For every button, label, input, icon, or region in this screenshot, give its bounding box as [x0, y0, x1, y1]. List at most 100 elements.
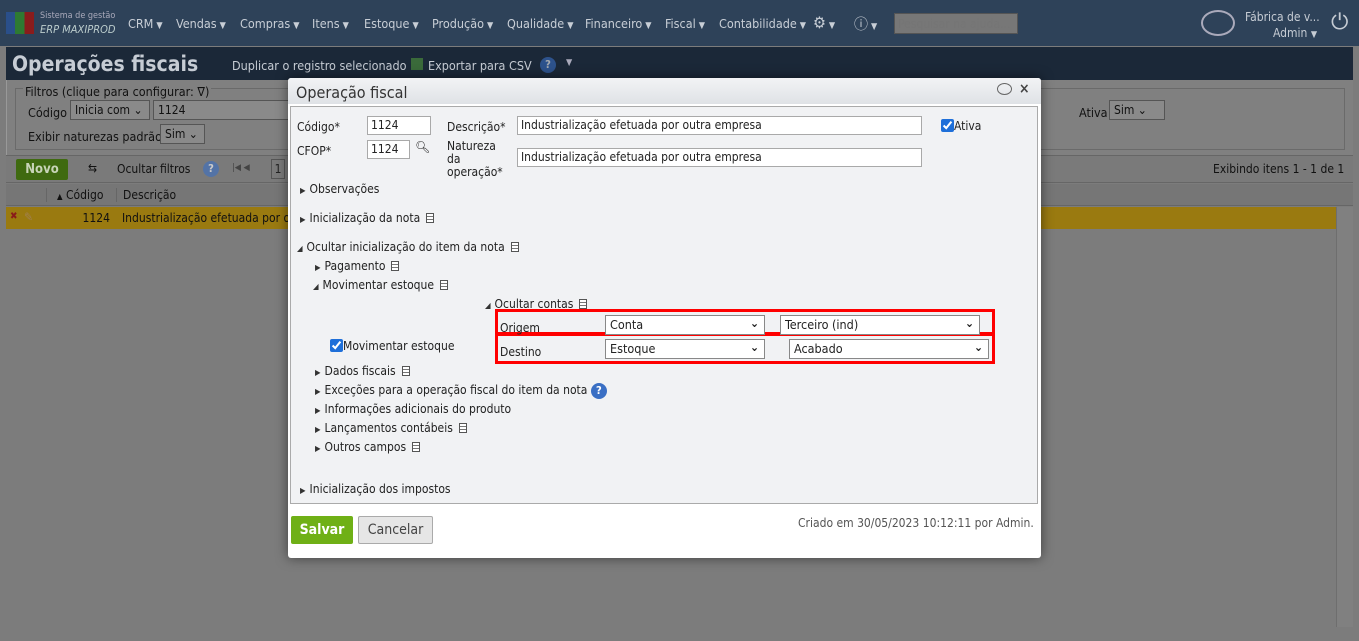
natureza-input[interactable]: Industrialização efetuada por outra empr…	[517, 148, 922, 167]
select-value: Sim	[165, 127, 186, 141]
section-label: Exceções para a operação fiscal do item …	[324, 383, 588, 397]
first-page-icon[interactable]: |◀ ◀	[232, 163, 250, 173]
destino-label: Destino	[500, 345, 542, 359]
column-descricao[interactable]: Descrição	[116, 188, 176, 202]
codigo-operator-select[interactable]: Inicia com ⌄	[70, 100, 150, 120]
section-info-adicionais[interactable]: ▶ Informações adicionais do produto	[315, 402, 511, 416]
section-label: Dados fiscais	[324, 364, 396, 378]
select-value: Conta	[610, 317, 644, 332]
filters-legend[interactable]: Filtros (clique para configurar: ∇)	[23, 84, 212, 99]
menu-financeiro[interactable]: Financeiro ▼	[585, 16, 652, 31]
menu-compras[interactable]: Compras ▼	[240, 16, 299, 31]
menu-qualidade[interactable]: Qualidade ▼	[507, 16, 573, 31]
chat-icon[interactable]	[1201, 10, 1235, 36]
cancel-button[interactable]: Cancelar	[358, 516, 433, 544]
section-label: Outros campos	[324, 440, 407, 454]
help-icon[interactable]: ?	[590, 383, 607, 399]
codigo-filter-label: Código	[28, 105, 68, 120]
destino-tipo-select[interactable]: Estoque ⌄	[605, 339, 765, 359]
menu-estoque[interactable]: Estoque ▼	[364, 16, 419, 31]
edit-icon[interactable]: ✎	[24, 210, 33, 224]
origem-valor-select[interactable]: Terceiro (ind) ⌄	[780, 315, 980, 335]
ativa-select[interactable]: Sim ⌄	[1109, 100, 1165, 120]
ativa-checkbox[interactable]: Ativa	[941, 119, 981, 133]
exibir-select[interactable]: Sim ⌄	[160, 124, 205, 144]
export-csv-link[interactable]: Exportar para CSV	[411, 58, 532, 73]
comment-icon[interactable]	[997, 83, 1012, 95]
section-outros-campos[interactable]: ▶ Outros campos	[315, 440, 421, 454]
section-dados-fiscais[interactable]: ▶ Dados fiscais	[315, 364, 410, 378]
excel-icon	[411, 58, 423, 70]
scrollbar[interactable]	[1336, 207, 1353, 627]
ativa-label: Ativa	[954, 119, 982, 133]
gear-icon[interactable]: ⚙ ▼	[813, 13, 835, 32]
select-value: Sim	[1114, 103, 1135, 117]
help-search-input[interactable]	[894, 13, 1018, 34]
column-codigo[interactable]: ▲ Código	[46, 188, 116, 202]
menu-vendas[interactable]: Vendas ▼	[176, 16, 226, 31]
created-info: Criado em 30/05/2023 10:12:11 por Admin.	[798, 516, 1034, 530]
section-excecoes[interactable]: ▶ Exceções para a operação fiscal do item…	[315, 383, 607, 399]
note-icon	[440, 280, 449, 290]
section-impostos[interactable]: ▶ Inicialização dos impostos	[300, 482, 451, 496]
codigo-filter-input[interactable]: 1124	[153, 100, 293, 120]
select-value: Acabado	[794, 341, 843, 356]
menu-itens[interactable]: Itens ▼	[312, 16, 349, 31]
dialog-title: Operação fiscal	[296, 83, 408, 102]
menu-producao[interactable]: Produção ▼	[432, 16, 493, 31]
section-label: Ocultar inicialização do item da nota	[306, 240, 505, 254]
movimentar-checkbox[interactable]: Movimentar estoque	[330, 339, 454, 353]
menu-fiscal[interactable]: Fiscal ▼	[665, 16, 705, 31]
origem-tipo-select[interactable]: Conta ⌄	[605, 315, 765, 335]
help-icon[interactable]: ?	[540, 57, 556, 73]
section-lancamentos[interactable]: ▶ Lançamentos contábeis	[315, 421, 467, 435]
cfop-input[interactable]: 1124	[367, 140, 410, 159]
descricao-label: Descrição*	[447, 120, 506, 134]
chevron-down-icon: ⌄	[973, 340, 983, 354]
duplicate-link[interactable]: Duplicar o registro selecionado	[232, 58, 407, 73]
close-icon[interactable]: ×	[1019, 81, 1030, 97]
search-icon[interactable]: 🔍︎	[415, 140, 430, 154]
page-header	[6, 47, 1353, 80]
chevron-down-icon[interactable]: ▼	[566, 58, 572, 68]
section-observacoes[interactable]: ▶ Observações	[300, 182, 379, 196]
hide-filters-button[interactable]: Ocultar filtros	[117, 162, 190, 176]
delete-icon[interactable]: ✖	[10, 211, 18, 222]
menu-label: CRM	[128, 16, 154, 31]
menu-label: Vendas	[176, 16, 217, 31]
movimentar-checkbox-input[interactable]	[330, 339, 343, 352]
note-icon	[391, 261, 400, 271]
menu-crm[interactable]: CRM ▼	[128, 16, 163, 31]
ativa-checkbox-input[interactable]	[941, 119, 954, 132]
note-icon	[458, 423, 467, 433]
destino-valor-select[interactable]: Acabado ⌄	[789, 339, 989, 359]
novo-button[interactable]: Novo	[16, 159, 68, 180]
page-number[interactable]: 1	[271, 159, 285, 179]
top-navbar: Sistema de gestão ERP MAXIPROD CRM ▼ Vend…	[0, 0, 1359, 46]
codigo-input[interactable]: 1124	[367, 116, 431, 135]
legend-end: )	[204, 84, 210, 99]
section-ocultar-item[interactable]: ◢ Ocultar inicialização do item da nota	[297, 240, 519, 254]
refresh-icon[interactable]: ⇆	[88, 161, 97, 175]
chevron-down-icon: ⌄	[749, 340, 759, 354]
natureza-label: Natureza da operação*	[447, 139, 503, 179]
user-menu[interactable]: Admin ▼	[1273, 26, 1317, 40]
save-button[interactable]: Salvar	[291, 516, 353, 544]
section-inicializacao-nota[interactable]: ▶ Inicialização da nota	[300, 211, 435, 225]
section-label: Lançamentos contábeis	[324, 421, 453, 435]
help-icon[interactable]: ⓘ ▼	[854, 14, 877, 34]
help-icon[interactable]: ?	[203, 161, 219, 177]
power-icon[interactable]: ⏻	[1331, 10, 1348, 35]
section-movimentar[interactable]: ◢ Movimentar estoque	[313, 278, 449, 292]
note-icon	[401, 366, 410, 376]
company-name[interactable]: Fábrica de v...	[1245, 10, 1320, 24]
user-name: Admin	[1273, 26, 1308, 40]
section-label: Movimentar estoque	[322, 278, 435, 292]
logo-line1: Sistema de gestão	[40, 11, 116, 21]
section-pagamento[interactable]: ▶ Pagamento	[315, 259, 400, 273]
dialog-header: Operação fiscal ×	[288, 78, 1041, 104]
note-icon	[510, 242, 519, 252]
descricao-input[interactable]: Industrialização efetuada por outra empr…	[517, 116, 922, 135]
menu-contabilidade[interactable]: Contabilidade ▼	[719, 16, 806, 31]
legend-text: Filtros (clique para configurar:	[25, 84, 194, 99]
